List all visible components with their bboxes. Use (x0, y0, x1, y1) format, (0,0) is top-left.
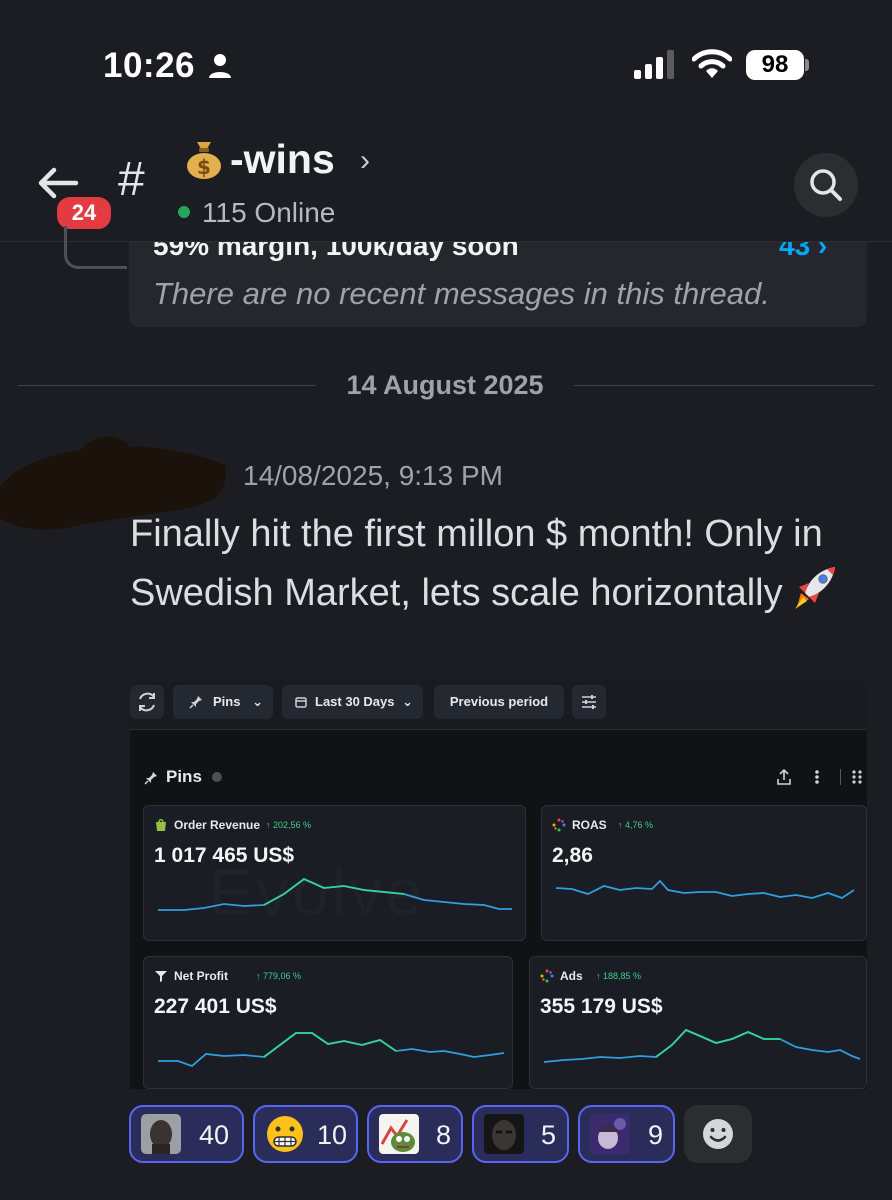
reaction-chip[interactable]: 10 (253, 1105, 358, 1163)
chevron-down-icon: ⌄ (252, 694, 263, 709)
compare-button: Previous period (434, 685, 564, 719)
refresh-icon (139, 692, 155, 712)
svg-text:$: $ (197, 155, 211, 179)
online-count: 115 Online (202, 197, 336, 228)
filter-button (572, 685, 606, 719)
thread-title: 59% margin, 100k/day soon (153, 242, 519, 261)
pin-icon (189, 696, 202, 709)
net-profit-sparkline (158, 1032, 505, 1068)
online-status-dot (178, 206, 190, 218)
reaction-chip[interactable]: 5 (472, 1105, 569, 1163)
order-revenue-card: Evolve Order Revenue ↑ 202,56 % 1 017 46… (143, 805, 526, 941)
refresh-button (130, 685, 164, 719)
reaction-count: 40 (199, 1120, 230, 1150)
dark-face-icon (484, 1114, 524, 1154)
pin-icon (144, 772, 157, 785)
pins-section-title: Pins (166, 767, 202, 786)
add-reaction-button[interactable] (684, 1105, 752, 1163)
message-text: Finally hit the first millon $ month! On… (130, 513, 823, 614)
search-button[interactable] (794, 153, 858, 217)
pins-dropdown: Pins ⌄ (173, 685, 273, 719)
battery-level: 98 (746, 50, 804, 80)
reaction-count: 9 (648, 1120, 664, 1150)
reaction-count: 5 (541, 1120, 557, 1150)
ads-sparkline (543, 1028, 861, 1063)
thread-connector (64, 226, 127, 269)
anime-face-icon (590, 1114, 630, 1154)
channel-hash-icon: # (118, 153, 145, 206)
reaction-count: 10 (317, 1120, 348, 1150)
dashboard-image[interactable]: Pins ⌄ Last 30 Days ⌄ Previous period Pi… (130, 681, 867, 1089)
wifi-icon (692, 49, 732, 78)
chevron-down-icon: ⌄ (402, 694, 413, 709)
reaction-chip[interactable]: 9 (578, 1105, 675, 1163)
sliders-icon (582, 695, 596, 709)
revenue-sparkline (158, 877, 512, 911)
pepe-chart-icon (379, 1114, 419, 1154)
chevron-right-icon[interactable]: › (360, 144, 370, 178)
person-icon (209, 54, 231, 78)
thread-card[interactable]: 59% margin, 100k/day soon 43 › There are… (129, 242, 867, 327)
reaction-chip[interactable]: 8 (367, 1105, 463, 1163)
date-divider-line (18, 385, 316, 386)
message-body[interactable]: Finally hit the first millon $ month! On… (130, 506, 860, 622)
date-range-label: Last 30 Days (315, 694, 395, 709)
search-icon (810, 169, 842, 201)
thread-message-count: 43 › (779, 242, 828, 261)
date-divider-label: 14 August 2025 (346, 370, 544, 400)
ads-card: Ads ↑ 188,85 % 355 179 US$ (529, 956, 867, 1089)
rocket-emoji-icon (794, 567, 835, 609)
share-icon (777, 768, 791, 785)
info-icon (212, 772, 222, 782)
roas-card: ROAS ↑ 4,76 % 2,86 (541, 805, 867, 941)
battery-nub (805, 59, 809, 71)
reaction-count: 8 (436, 1120, 452, 1150)
avatar-face-icon (141, 1114, 181, 1154)
channel-name[interactable]: -wins (230, 136, 335, 183)
reaction-chip[interactable]: 40 (129, 1105, 244, 1163)
more-vertical-icon (815, 770, 819, 784)
dashboard-toolbar: Pins ⌄ Last 30 Days ⌄ Previous period (130, 681, 867, 730)
date-range-dropdown: Last 30 Days ⌄ (282, 685, 423, 719)
money-bag-icon: $ (187, 142, 221, 179)
roas-sparkline (555, 879, 855, 899)
drag-handle-icon (852, 770, 862, 784)
calendar-icon (295, 697, 307, 708)
toolbar-separator (840, 769, 841, 785)
smiley-add-icon (703, 1119, 733, 1149)
thread-empty-text: There are no recent messages in this thr… (153, 276, 770, 311)
pins-dropdown-label: Pins (213, 694, 241, 709)
status-time: 10:26 (103, 46, 196, 85)
message-timestamp: 14/08/2025, 9:13 PM (243, 460, 503, 491)
grimace-emoji-icon (267, 1116, 303, 1152)
cellular-signal-icon (634, 50, 674, 79)
date-divider-line (574, 385, 874, 386)
net-profit-card: Net Profit ↑ 779,06 % 227 401 US$ (143, 956, 513, 1089)
